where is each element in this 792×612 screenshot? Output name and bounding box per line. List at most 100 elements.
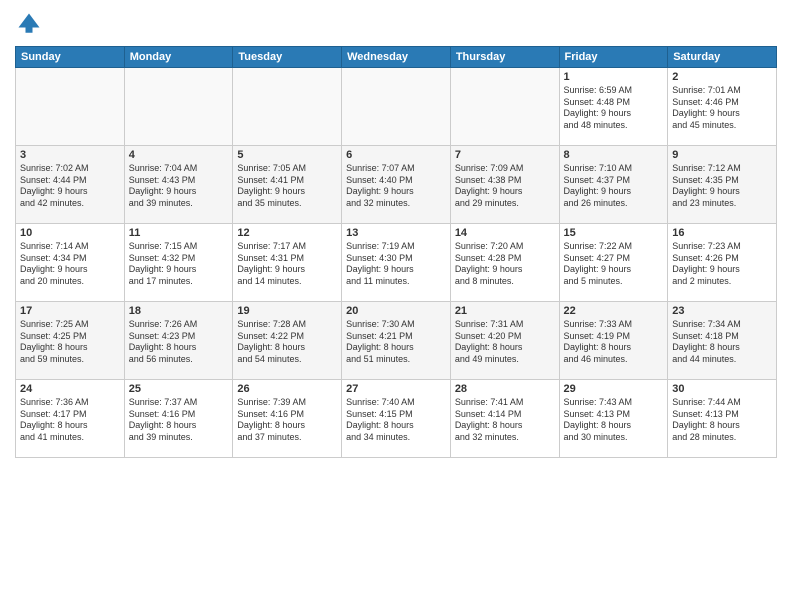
calendar-cell: 12Sunrise: 7:17 AMSunset: 4:31 PMDayligh…	[233, 224, 342, 302]
calendar-cell	[450, 68, 559, 146]
day-info-line: and 35 minutes.	[237, 198, 337, 210]
day-info-line: and 42 minutes.	[20, 198, 120, 210]
day-info-line: Daylight: 8 hours	[672, 342, 772, 354]
day-info-line: Sunset: 4:31 PM	[237, 253, 337, 265]
day-info-line: Sunrise: 7:41 AM	[455, 397, 555, 409]
day-info-line: Sunset: 4:23 PM	[129, 331, 229, 343]
calendar-cell: 21Sunrise: 7:31 AMSunset: 4:20 PMDayligh…	[450, 302, 559, 380]
calendar-cell: 7Sunrise: 7:09 AMSunset: 4:38 PMDaylight…	[450, 146, 559, 224]
day-number: 7	[455, 149, 555, 161]
calendar-cell: 27 Sunrise: 7:40 AMSunset: 4:15 PMDayligh…	[342, 380, 451, 458]
calendar-week-row: 3Sunrise: 7:02 AMSunset: 4:44 PMDaylight…	[16, 146, 777, 224]
day-info-line: Sunset: 4:44 PM	[20, 175, 120, 187]
day-info-line: and 59 minutes.	[20, 354, 120, 366]
day-info-line: Daylight: 8 hours	[455, 342, 555, 354]
day-number: 2	[672, 71, 772, 83]
day-info-line: and 45 minutes.	[672, 120, 772, 132]
day-info-line: Daylight: 8 hours	[346, 342, 446, 354]
day-info-line: Sunset: 4:22 PM	[237, 331, 337, 343]
day-info-line: Daylight: 8 hours	[672, 420, 772, 432]
day-info-line: Sunrise: 7:09 AM	[455, 163, 555, 175]
day-info-line: Daylight: 8 hours	[20, 342, 120, 354]
day-info-line: Sunset: 4:40 PM	[346, 175, 446, 187]
day-number: 3	[20, 149, 120, 161]
calendar-cell: 4Sunrise: 7:04 AMSunset: 4:43 PMDaylight…	[124, 146, 233, 224]
calendar-cell: 14Sunrise: 7:20 AMSunset: 4:28 PMDayligh…	[450, 224, 559, 302]
day-info-line: and 56 minutes.	[129, 354, 229, 366]
day-info-line: Sunset: 4:25 PM	[20, 331, 120, 343]
calendar-week-row: 10Sunrise: 7:14 AMSunset: 4:34 PMDayligh…	[16, 224, 777, 302]
day-info-line: Sunrise: 7:01 AM	[672, 85, 772, 97]
day-info-line: Sunrise: 7:40 AM	[346, 397, 446, 409]
calendar-cell: 3Sunrise: 7:02 AMSunset: 4:44 PMDaylight…	[16, 146, 125, 224]
day-info-line: and 48 minutes.	[564, 120, 664, 132]
day-info-line: Sunrise: 7:37 AM	[129, 397, 229, 409]
day-info-line: Sunset: 4:46 PM	[672, 97, 772, 109]
day-info-line: Sunset: 4:35 PM	[672, 175, 772, 187]
day-info-line: Sunset: 4:17 PM	[20, 409, 120, 421]
day-number: 30	[672, 383, 772, 395]
day-info-line: Sunrise: 6:59 AM	[564, 85, 664, 97]
day-info-line: Sunset: 4:34 PM	[20, 253, 120, 265]
day-info-line: Daylight: 8 hours	[20, 420, 120, 432]
day-info-line: and 49 minutes.	[455, 354, 555, 366]
day-info-line: and 44 minutes.	[672, 354, 772, 366]
day-info-line: Sunset: 4:32 PM	[129, 253, 229, 265]
day-info-line: Daylight: 8 hours	[564, 342, 664, 354]
calendar-table: SundayMondayTuesdayWednesdayThursdayFrid…	[15, 46, 777, 458]
calendar-cell: 10Sunrise: 7:14 AMSunset: 4:34 PMDayligh…	[16, 224, 125, 302]
day-info-line: Sunrise: 7:17 AM	[237, 241, 337, 253]
day-info-line: and 39 minutes.	[129, 198, 229, 210]
day-info-line: Daylight: 9 hours	[564, 108, 664, 120]
day-info-line: Daylight: 9 hours	[237, 264, 337, 276]
weekday-header: Sunday	[16, 47, 125, 68]
day-info-line: Sunrise: 7:19 AM	[346, 241, 446, 253]
day-info-line: Daylight: 9 hours	[672, 264, 772, 276]
calendar-cell	[16, 68, 125, 146]
day-info-line: Sunset: 4:13 PM	[564, 409, 664, 421]
day-info-line: and 46 minutes.	[564, 354, 664, 366]
day-info-line: and 20 minutes.	[20, 276, 120, 288]
calendar-cell: 15Sunrise: 7:22 AMSunset: 4:27 PMDayligh…	[559, 224, 668, 302]
day-info-line: Sunrise: 7:36 AM	[20, 397, 120, 409]
day-info-line: and 54 minutes.	[237, 354, 337, 366]
day-info-line: Sunrise: 7:43 AM	[564, 397, 664, 409]
day-info-line: and 41 minutes.	[20, 432, 120, 444]
day-info-line: Sunrise: 7:20 AM	[455, 241, 555, 253]
calendar-cell: 19Sunrise: 7:28 AMSunset: 4:22 PMDayligh…	[233, 302, 342, 380]
calendar-cell: 28Sunrise: 7:41 AMSunset: 4:14 PMDayligh…	[450, 380, 559, 458]
day-info-line: Daylight: 8 hours	[237, 342, 337, 354]
day-info-line: Sunset: 4:14 PM	[455, 409, 555, 421]
logo	[15, 10, 47, 38]
day-number: 26	[237, 383, 337, 395]
day-info-line: Daylight: 9 hours	[20, 264, 120, 276]
day-info-line: Daylight: 8 hours	[346, 420, 446, 432]
day-info-line: Sunrise: 7:07 AM	[346, 163, 446, 175]
day-info-line: Sunset: 4:21 PM	[346, 331, 446, 343]
day-info-line: Daylight: 9 hours	[237, 186, 337, 198]
day-info-line: Daylight: 9 hours	[672, 186, 772, 198]
day-info-line: Sunrise: 7:25 AM	[20, 319, 120, 331]
calendar-cell: 13Sunrise: 7:19 AMSunset: 4:30 PMDayligh…	[342, 224, 451, 302]
calendar-cell: 17 Sunrise: 7:25 AMSunset: 4:25 PMDayligh…	[16, 302, 125, 380]
day-info-line: Sunset: 4:19 PM	[564, 331, 664, 343]
day-number: 25	[129, 383, 229, 395]
day-info-line: Daylight: 9 hours	[564, 264, 664, 276]
day-info-line: Sunset: 4:38 PM	[455, 175, 555, 187]
day-info-line: Sunset: 4:15 PM	[346, 409, 446, 421]
day-info-line: and 30 minutes.	[564, 432, 664, 444]
day-info-line: Daylight: 8 hours	[129, 342, 229, 354]
day-number: 11	[129, 227, 229, 239]
day-info-line: Sunset: 4:30 PM	[346, 253, 446, 265]
day-number: 19	[237, 305, 337, 317]
day-number: 17	[20, 305, 120, 317]
day-info-line: Sunrise: 7:31 AM	[455, 319, 555, 331]
day-number: 27	[346, 383, 446, 395]
day-info-line: and 2 minutes.	[672, 276, 772, 288]
day-info-line: and 32 minutes.	[455, 432, 555, 444]
day-info-line: and 23 minutes.	[672, 198, 772, 210]
day-info-line: Daylight: 9 hours	[346, 264, 446, 276]
day-info-line: Sunset: 4:28 PM	[455, 253, 555, 265]
day-info-line: Sunset: 4:41 PM	[237, 175, 337, 187]
day-info-line: and 32 minutes.	[346, 198, 446, 210]
